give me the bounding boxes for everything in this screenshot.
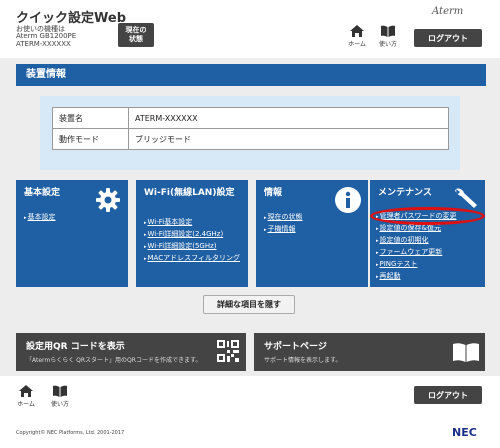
device-model: Aterm GB1200PE [16, 32, 77, 40]
link-wifi-5ghz[interactable]: Wi-Fi詳細設定(5GHz) [144, 241, 244, 253]
card-wifi-settings: Wi-Fi(無線LAN)設定 Wi-Fi基本設定 Wi-Fi詳細設定(2.4GH… [136, 180, 248, 287]
support-panel-title: サポートページ [264, 342, 327, 352]
copyright: Copyright© NEC Platforms, Ltd. 2001-2017 [16, 430, 125, 436]
book-icon [53, 385, 67, 397]
gear-icon [96, 188, 120, 212]
link-reboot[interactable]: 再起動 [376, 271, 457, 283]
hide-details-button[interactable]: 詳細な項目を隠す [203, 295, 295, 314]
footer-help-label: 使い方 [50, 401, 69, 408]
footer: ホーム 使い方 ログアウト Copyright© NEC Platforms, … [0, 376, 500, 448]
basic-links: 基本設定 [24, 212, 56, 224]
nec-logo: NEC [452, 426, 477, 439]
page: クイック設定Web お使いの機種は Aterm GB1200PE ATERM-X… [0, 0, 500, 448]
link-basic-settings[interactable]: 基本設定 [24, 212, 56, 224]
link-wifi-24ghz[interactable]: Wi-Fi詳細設定(2.4GHz) [144, 229, 244, 241]
qr-panel-desc: 「Atermらくらく QRスタート」用のQRコードを作成できます。 [26, 357, 202, 364]
wrench-icon [455, 187, 477, 208]
logout-button[interactable]: ログアウト [414, 29, 482, 47]
link-wifi-basic[interactable]: Wi-Fi基本設定 [144, 217, 244, 229]
card-basic-settings: 基本設定 基本設定 [16, 180, 128, 287]
home-button[interactable]: ホーム [343, 24, 371, 54]
qr-code-panel[interactable]: 設定用QR コードを表示 「Atermらくらく QRスタート」用のQRコードを作… [16, 333, 246, 371]
footer-logout-button[interactable]: ログアウト [414, 386, 482, 404]
header: クイック設定Web お使いの機種は Aterm GB1200PE ATERM-X… [0, 0, 500, 58]
card-basic-title: 基本設定 [24, 188, 61, 198]
device-info-panel: 装置名 ATERM-XXXXXX 動作モード ブリッジモード [40, 96, 460, 170]
help-label: 使い方 [378, 41, 397, 48]
home-icon [19, 385, 33, 397]
device-name: ATERM-XXXXXX [16, 40, 71, 48]
card-info-title: 情報 [264, 188, 283, 198]
wifi-links: Wi-Fi基本設定 Wi-Fi詳細設定(2.4GHz) Wi-Fi詳細設定(5G… [144, 217, 244, 265]
link-firmware-update[interactable]: ファームウェア更新 [376, 247, 457, 259]
device-info-title: 装置情報 [16, 64, 486, 86]
book-icon [381, 25, 395, 37]
help-button[interactable]: 使い方 [374, 24, 402, 54]
card-maintenance: メンテナンス 管理者パスワードの変更 設定値の保存&復元 設定値の初期化 ファー… [370, 180, 485, 287]
support-panel-desc: サポート情報を表示します。 [264, 357, 342, 364]
device-info-table: 装置名 ATERM-XXXXXX 動作モード ブリッジモード [52, 107, 449, 150]
table-row: 装置名 ATERM-XXXXXX [52, 107, 449, 129]
card-info: 情報 現在の状態 子機情報 [256, 180, 368, 287]
info-links: 現在の状態 子機情報 [264, 212, 303, 236]
footer-home-label: ホーム [17, 401, 35, 408]
link-current-status[interactable]: 現在の状態 [264, 212, 303, 224]
device-name-value: ATERM-XXXXXX [128, 107, 449, 129]
support-panel[interactable]: サポートページ サポート情報を表示します。 [254, 333, 485, 371]
link-mac-filtering[interactable]: MACアドレスフィルタリング [144, 253, 244, 265]
card-wifi-title: Wi-Fi(無線LAN)設定 [144, 188, 235, 198]
link-initialize[interactable]: 設定値の初期化 [376, 235, 457, 247]
footer-help-button[interactable]: 使い方 [46, 384, 74, 414]
aterm-logo: Aterm [432, 6, 464, 17]
card-maint-title: メンテナンス [378, 188, 432, 198]
highlight-circle [370, 207, 485, 225]
qr-code-icon [217, 340, 239, 362]
operation-mode-value: ブリッジモード [128, 128, 449, 150]
link-ping-test[interactable]: PINGテスト [376, 259, 457, 271]
link-client-info[interactable]: 子機情報 [264, 224, 303, 236]
footer-home-button[interactable]: ホーム [12, 384, 40, 414]
qr-panel-title: 設定用QR コードを表示 [26, 342, 125, 352]
table-row: 動作モード ブリッジモード [52, 128, 449, 150]
home-label: ホーム [348, 41, 366, 48]
operation-mode-key: 動作モード [52, 128, 129, 150]
book-icon [453, 343, 479, 362]
info-icon [335, 187, 361, 213]
device-name-key: 装置名 [52, 107, 129, 129]
home-icon [350, 25, 364, 37]
current-status-button[interactable]: 現在の 状態 [118, 23, 154, 47]
